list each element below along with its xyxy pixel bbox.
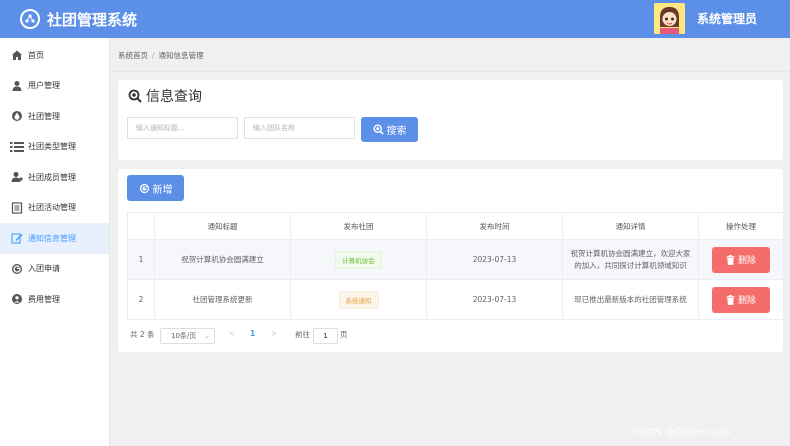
table-row: 2 社团管理系统更新 系统通知 2023-07-13 现已推出最新版本的社团管理…	[127, 279, 784, 320]
page-size-value: 10条/页	[171, 332, 197, 340]
delete-button-label: 删除	[737, 296, 756, 306]
sidebar-item-label: 社团类型管理	[28, 142, 76, 152]
sidebar-item-label: 社团成员管理	[28, 172, 76, 182]
sidebar-item-activities[interactable]: 社团活动管理	[0, 193, 109, 224]
breadcrumb-separator: /	[152, 51, 155, 60]
column-header-detail: 通知详情	[562, 212, 699, 240]
row-index: 1	[127, 239, 155, 280]
search-icon	[128, 89, 142, 103]
breadcrumb-current: 通知信息管理	[158, 51, 204, 60]
row-detail-line: 现已推出最新版本的社团管理系统	[574, 294, 687, 304]
logo-icon	[20, 9, 40, 29]
club-tag: 系统通知	[338, 290, 379, 309]
page-size-select[interactable]: 10条/页 ⌄	[160, 328, 215, 344]
sidebar-item-label: 社团管理	[28, 111, 60, 121]
row-time: 2023-07-13	[426, 279, 563, 320]
top-bar: 社团管理系统 系统管理员	[0, 0, 790, 38]
column-header-time: 发布时间	[426, 212, 563, 240]
row-detail: 现已推出最新版本的社团管理系统	[562, 279, 699, 320]
notice-table: 通知标题 发布社团 发布时间 通知详情 操作处理 1 祝贺计算机协会圆满建立 计…	[127, 212, 784, 320]
sidebar-item-label: 社团活动管理	[28, 203, 76, 213]
column-header-club: 发布社团	[290, 212, 427, 240]
next-page-button[interactable]: >	[271, 329, 277, 338]
goto-page-input[interactable]: 1	[313, 328, 338, 344]
breadcrumb: 系统首页 / 通知信息管理	[118, 50, 204, 61]
edit-icon	[10, 231, 24, 245]
add-circle-icon	[139, 183, 149, 193]
droplet-icon	[10, 109, 24, 123]
breadcrumb-home[interactable]: 系统首页	[118, 51, 148, 60]
search-title: 信息查询	[128, 86, 202, 106]
team-name-input[interactable]	[244, 117, 355, 139]
prev-page-button[interactable]: <	[229, 329, 235, 338]
add-button-label: 新增	[152, 184, 173, 196]
table-header-row: 通知标题 发布社团 发布时间 通知详情 操作处理	[127, 212, 784, 240]
club-tag: 计算机协会	[335, 250, 382, 269]
chevron-down-icon: ⌄	[204, 332, 210, 340]
sidebar-item-club-types[interactable]: 社团类型管理	[0, 132, 109, 163]
column-header-index	[127, 212, 155, 240]
sidebar-item-home[interactable]: 首页	[0, 40, 109, 71]
row-time: 2023-07-13	[426, 239, 563, 280]
user-circle-icon	[10, 292, 24, 306]
column-header-title: 通知标题	[154, 212, 291, 240]
sidebar-item-applications[interactable]: 入团申请	[0, 254, 109, 285]
sidebar-item-label: 首页	[28, 50, 44, 60]
page-number-current[interactable]: 1	[250, 329, 255, 338]
row-detail-line: 祝贺计算机协会圆满建立，欢迎大家	[570, 248, 691, 258]
sidebar-item-members[interactable]: 社团成员管理	[0, 162, 109, 193]
user-group-icon	[10, 170, 24, 184]
sidebar-item-users[interactable]: 用户管理	[0, 71, 109, 102]
add-button[interactable]: 新增	[127, 175, 184, 201]
user-icon	[10, 79, 24, 93]
sidebar-item-label: 入团申请	[28, 264, 60, 274]
trash-icon	[726, 254, 735, 265]
table-row: 1 祝贺计算机协会圆满建立 计算机协会 2023-07-13 祝贺计算机协会圆满…	[127, 239, 784, 280]
row-actions: 删除	[698, 279, 784, 320]
page-suffix: 页	[340, 330, 348, 339]
sidebar-item-notices[interactable]: 通知信息管理	[0, 223, 109, 254]
trash-icon	[726, 294, 735, 305]
list-icon	[10, 140, 24, 154]
avatar[interactable]	[654, 3, 685, 34]
row-index: 2	[127, 279, 155, 320]
sidebar: 首页 用户管理 社团管理 社团类型管理 社团成员管理 社团活动管理 通知信息管理…	[0, 38, 110, 446]
sidebar-item-label: 费用管理	[28, 294, 60, 304]
column-header-actions: 操作处理	[698, 212, 784, 240]
row-club-cell: 系统通知	[290, 279, 427, 320]
sidebar-item-clubs[interactable]: 社团管理	[0, 101, 109, 132]
row-actions: 删除	[698, 239, 784, 280]
home-icon	[10, 48, 24, 62]
row-detail: 祝贺计算机协会圆满建立，欢迎大家 的加入，共同探讨计算机领域知识	[562, 239, 699, 280]
sidebar-item-label: 用户管理	[28, 81, 60, 91]
delete-button-label: 删除	[737, 256, 756, 266]
search-button-label: 搜索	[386, 126, 407, 137]
sidebar-item-label: 通知信息管理	[28, 233, 76, 243]
delete-button[interactable]: 删除	[712, 286, 770, 313]
row-detail-line: 的加入，共同探讨计算机领域知识	[574, 260, 687, 270]
search-title-text: 信息查询	[146, 89, 202, 105]
search-button[interactable]: 搜索	[361, 117, 418, 142]
user-name[interactable]: 系统管理员	[697, 10, 757, 27]
row-club-cell: 计算机协会	[290, 239, 427, 280]
delete-button[interactable]: 删除	[712, 246, 770, 273]
search-icon	[372, 124, 384, 135]
google-icon	[10, 262, 24, 276]
row-title: 祝贺计算机协会圆满建立	[154, 239, 291, 280]
divider	[110, 71, 790, 72]
document-icon	[10, 201, 24, 215]
goto-label: 前往	[295, 330, 310, 339]
notice-title-input[interactable]	[127, 117, 238, 139]
watermark: CSDN @Coder-coco	[633, 427, 731, 438]
sidebar-item-fees[interactable]: 费用管理	[0, 284, 109, 315]
row-title: 社团管理系统更新	[154, 279, 291, 320]
app-title: 社团管理系统	[47, 10, 138, 29]
pagination-total: 共 2 条	[130, 330, 155, 339]
